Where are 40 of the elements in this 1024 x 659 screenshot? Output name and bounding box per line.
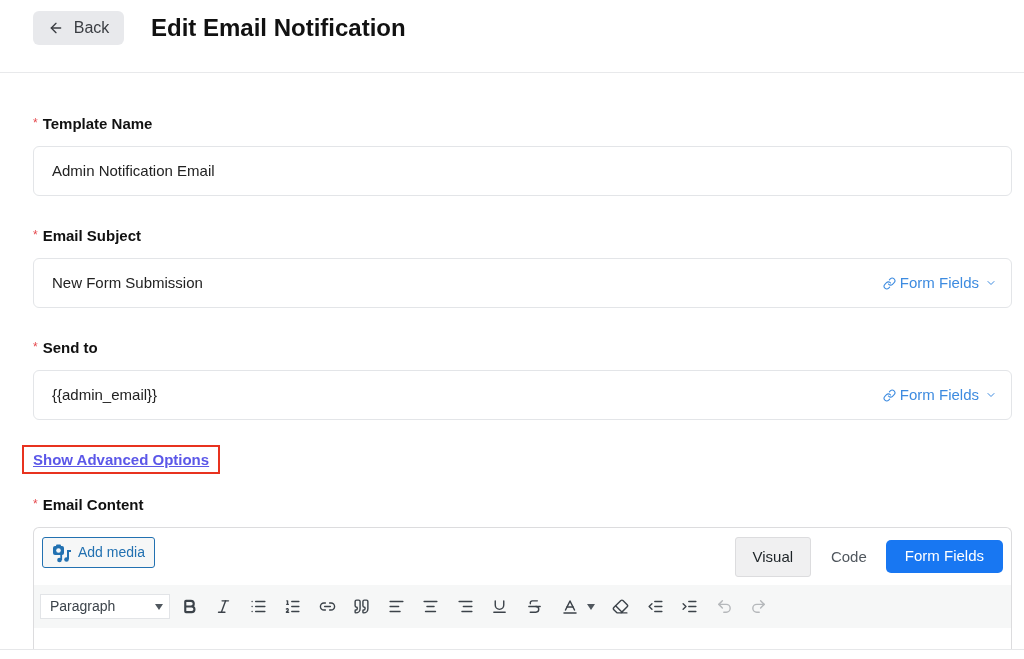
eraser-icon (612, 598, 630, 615)
undo-icon (715, 598, 733, 615)
form-fields-menu[interactable]: Form Fields (882, 383, 997, 407)
caret-down-icon (586, 603, 595, 610)
media-icon (52, 542, 72, 563)
align-left-icon (387, 598, 405, 615)
align-right-icon (456, 598, 474, 615)
redo-icon (750, 598, 768, 615)
page-title: Edit Email Notification (151, 13, 406, 43)
numbered-list-icon (284, 598, 302, 615)
block-format-select[interactable]: Paragraph (40, 594, 170, 619)
indent-icon (681, 598, 699, 615)
required-asterisk: * (33, 341, 38, 353)
required-asterisk: * (33, 498, 38, 510)
link-icon (882, 388, 896, 402)
field-label: Send to (42, 338, 98, 358)
text-field[interactable]: Admin Notification Email (33, 146, 1012, 196)
add-media-button[interactable]: Add media (42, 537, 155, 568)
outdent-icon (646, 598, 664, 615)
field-label: Email Subject (42, 226, 142, 246)
strikethrough-icon (525, 598, 543, 615)
field-label: Template Name (42, 114, 153, 134)
form-fields-button[interactable]: Form Fields (885, 540, 1003, 573)
editor-mode-tab[interactable]: Code (810, 537, 887, 577)
required-asterisk: * (33, 229, 38, 241)
show-advanced-options-link[interactable]: Show Advanced Options (33, 450, 210, 469)
link-icon (882, 276, 896, 290)
field-label: Email Content (42, 495, 144, 515)
caret-down-icon (155, 603, 163, 610)
required-asterisk: * (33, 117, 38, 129)
bullet-list-icon (249, 598, 267, 615)
text-color-icon (560, 597, 579, 616)
editor-mode-tab[interactable]: Visual (734, 537, 811, 577)
underline-icon (491, 598, 509, 615)
align-center-icon (422, 598, 440, 615)
back-button[interactable]: Back (33, 11, 124, 45)
text-field[interactable]: {{admin_email}} Form Fields (33, 370, 1012, 420)
quote-icon (353, 598, 371, 615)
text-field[interactable]: New Form Submission Form Fields (33, 258, 1012, 308)
form-fields-menu[interactable]: Form Fields (882, 271, 997, 295)
